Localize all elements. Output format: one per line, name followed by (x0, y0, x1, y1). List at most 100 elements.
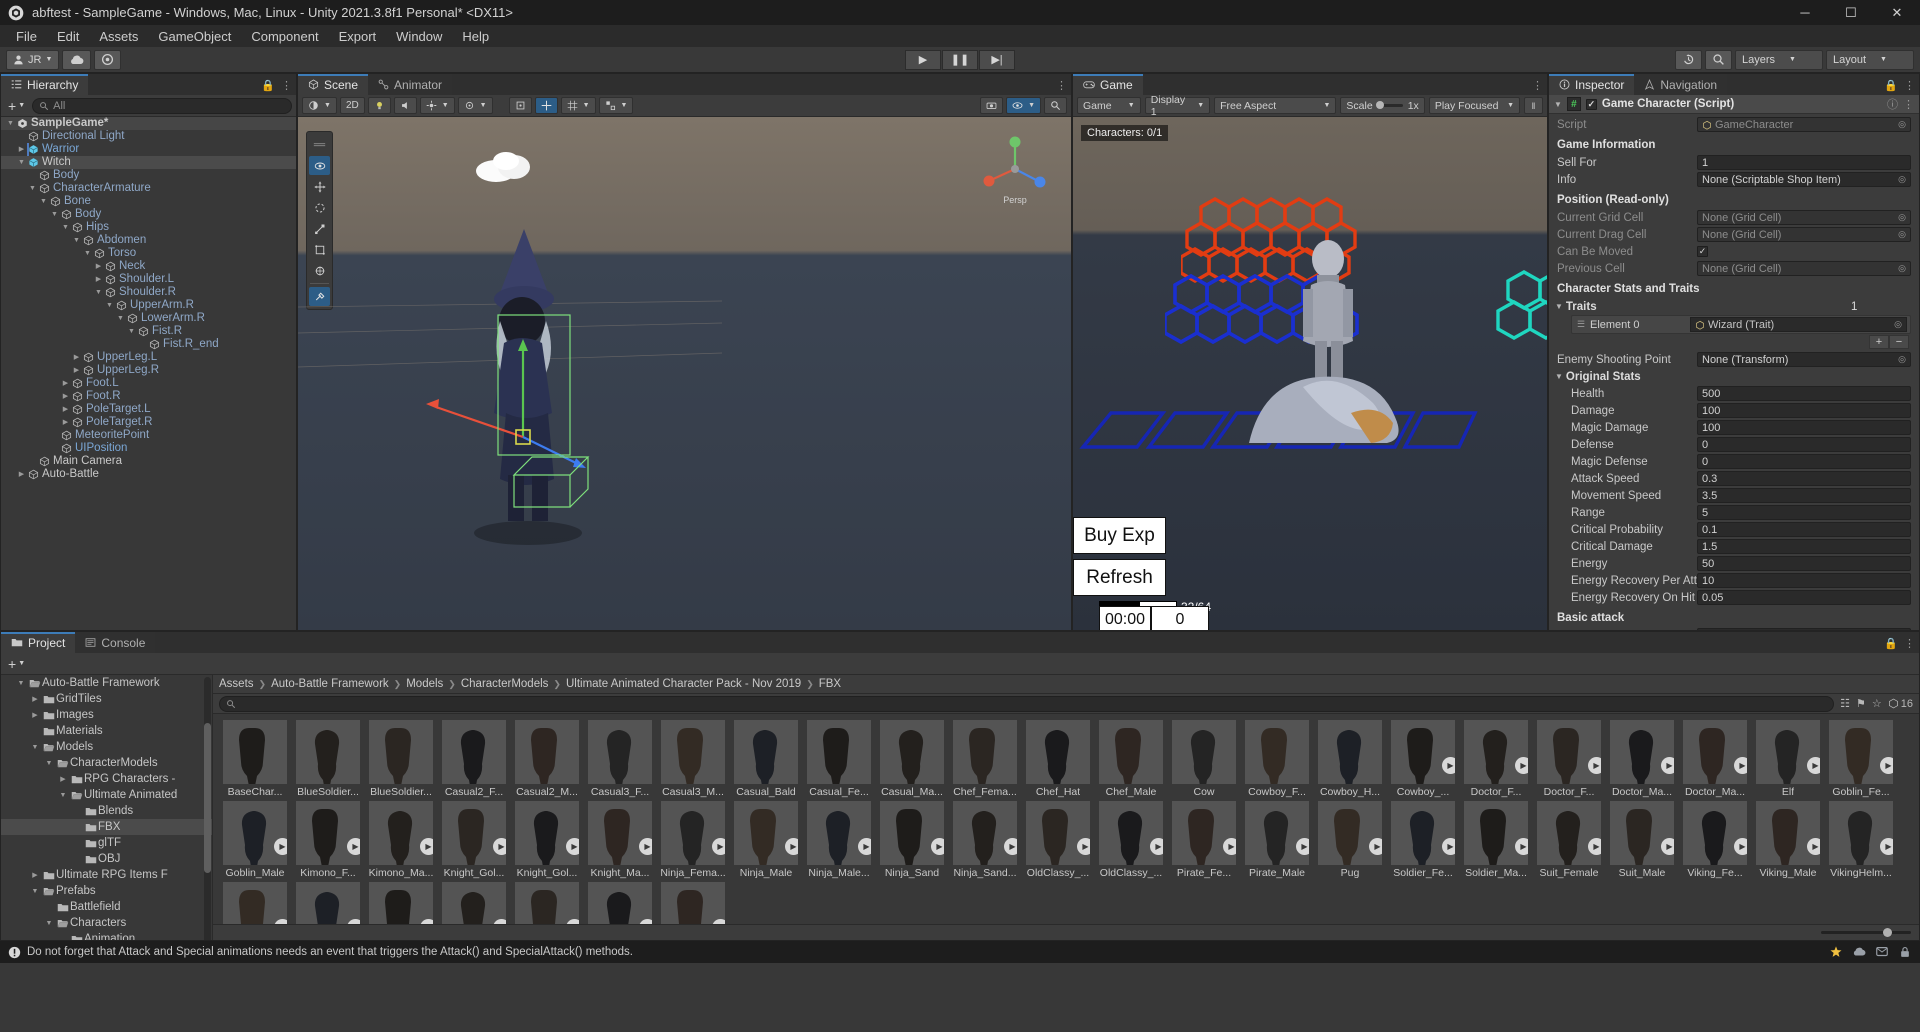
kebab-menu-icon[interactable]: ⋮ (281, 79, 292, 92)
asset-item[interactable]: BlueSoldier... (367, 720, 435, 798)
kebab-menu-icon[interactable]: ⋮ (1904, 79, 1915, 92)
input-damage[interactable]: 100 (1697, 403, 1911, 418)
asset-item[interactable]: ▶ (367, 882, 435, 924)
scene-lighting-toggle[interactable] (367, 97, 391, 114)
object-picker-icon[interactable]: ◎ (1898, 212, 1906, 223)
project-folder-tree[interactable]: ▼ Auto-Battle Framework ▶ GridTiles ▶ Im… (1, 675, 213, 940)
expand-arrow-icon[interactable]: ▶ (71, 364, 82, 377)
asset-thumbnail[interactable]: ▶ (880, 801, 944, 865)
expand-arrow-icon[interactable]: ▼ (5, 117, 16, 130)
thumbnail-size-slider[interactable] (1821, 928, 1911, 937)
expand-arrow-icon[interactable]: ▶ (60, 416, 71, 429)
object-picker-icon[interactable]: ◎ (1898, 354, 1906, 365)
menu-help[interactable]: Help (452, 27, 499, 46)
input-energy-recovery-per-attac[interactable]: 10 (1697, 573, 1911, 588)
input-attack-speed[interactable]: 0.3 (1697, 471, 1911, 486)
asset-preview-play-icon[interactable]: ▶ (1734, 838, 1747, 855)
asset-thumbnail[interactable] (515, 720, 579, 784)
asset-thumbnail[interactable] (588, 720, 652, 784)
asset-item[interactable]: ▶ Viking_Male (1754, 801, 1822, 879)
asset-item[interactable]: Casual3_M... (659, 720, 727, 798)
asset-preview-play-icon[interactable]: ▶ (1588, 757, 1601, 774)
thumbnail-size-knob[interactable] (1883, 928, 1892, 937)
asset-thumbnail[interactable] (1245, 720, 1309, 784)
asset-item[interactable]: ▶ Knight_Ma... (586, 801, 654, 879)
project-search-input[interactable] (219, 695, 1835, 712)
breadcrumb[interactable]: Assets ❯ Auto-Battle Framework ❯ Models ❯ Char… (213, 675, 1919, 694)
asset-thumbnail[interactable]: ▶ (1099, 801, 1163, 865)
asset-preview-play-icon[interactable]: ▶ (931, 838, 944, 855)
tab-scene[interactable]: Scene (298, 74, 369, 95)
undo-history-button[interactable] (1675, 49, 1702, 70)
asset-item[interactable]: Casual_Bald (732, 720, 800, 798)
breadcrumb-item-assets[interactable]: Assets (219, 678, 254, 690)
filter-by-label-icon[interactable]: ⚑ (1856, 697, 1866, 710)
lock-icon[interactable]: 🔒 (1884, 637, 1898, 650)
object-field-attack-effect[interactable]: FireBallEffect (Arrow Effect)◎ (1697, 628, 1911, 630)
kebab-menu-icon[interactable]: ⋮ (1904, 637, 1915, 650)
game-playmode-dropdown[interactable]: Play Focused ▼ (1428, 97, 1521, 114)
asset-item[interactable]: Casual_Ma... (878, 720, 946, 798)
asset-preview-play-icon[interactable]: ▶ (1442, 757, 1455, 774)
asset-preview-play-icon[interactable]: ▶ (712, 838, 725, 855)
drag-handle-icon[interactable]: ☰ (1572, 319, 1590, 330)
collab-status-icon[interactable] (1829, 945, 1843, 959)
asset-item[interactable]: BaseChar... (221, 720, 289, 798)
menu-gameobject[interactable]: GameObject (148, 27, 241, 46)
hierarchy-add-button[interactable]: + ▼ (5, 98, 28, 114)
scale-tool-icon[interactable] (309, 219, 330, 238)
collab-button[interactable] (94, 49, 122, 70)
asset-thumbnail[interactable]: ▶ (369, 882, 433, 924)
menu-component[interactable]: Component (241, 27, 328, 46)
asset-preview-play-icon[interactable]: ▶ (858, 838, 871, 855)
asset-preview-play-icon[interactable]: ▶ (1515, 757, 1528, 774)
asset-thumbnail[interactable] (953, 720, 1017, 784)
array-add-button[interactable]: + (1869, 335, 1889, 349)
asset-item[interactable]: ▶ Goblin_Male (221, 801, 289, 879)
project-tree-item-animation[interactable]: Animation (1, 931, 212, 940)
hierarchy-item-fist-r[interactable]: ▼ Fist.R (1, 325, 296, 338)
hierarchy-item-samplegame[interactable]: ▼ SampleGame* (1, 117, 296, 130)
asset-item[interactable]: ▶ Ninja_Male (732, 801, 800, 879)
asset-item[interactable]: ▶ Goblin_Fe... (1827, 720, 1895, 798)
scene-shading-dropdown[interactable]: ▼ (302, 97, 337, 114)
asset-thumbnail[interactable]: ▶ (1683, 720, 1747, 784)
project-tree-scrollbar[interactable] (204, 677, 211, 940)
rect-tool-icon[interactable] (309, 240, 330, 259)
asset-item[interactable]: ▶ Doctor_F... (1462, 720, 1530, 798)
hierarchy-item-warrior[interactable]: ▶ Warrior (1, 143, 296, 156)
asset-item[interactable]: ▶ Cowboy_... (1389, 720, 1457, 798)
expand-arrow-icon[interactable]: ▼ (27, 182, 38, 195)
asset-preview-play-icon[interactable]: ▶ (1442, 838, 1455, 855)
input-magic-defense[interactable]: 0 (1697, 454, 1911, 469)
scene-handle-toggle[interactable] (534, 97, 558, 114)
asset-thumbnail[interactable]: ▶ (588, 801, 652, 865)
expand-arrow-icon[interactable]: ▶ (60, 403, 71, 416)
cloud-button[interactable] (62, 49, 92, 70)
asset-thumbnail[interactable]: ▶ (442, 882, 506, 924)
hierarchy-item-fist-r-end[interactable]: Fist.R_end (1, 338, 296, 351)
hierarchy-item-shoulder-r[interactable]: ▼ Shoulder.R (1, 286, 296, 299)
asset-item[interactable]: Casual2_M... (513, 720, 581, 798)
hierarchy-item-bone[interactable]: ▼ Bone (1, 195, 296, 208)
asset-item[interactable]: ▶ Elf (1754, 720, 1822, 798)
expand-arrow-icon[interactable]: ▼ (49, 208, 60, 221)
asset-thumbnail[interactable]: ▶ (1391, 720, 1455, 784)
hierarchy-tree[interactable]: ▼ SampleGame* Directional Light ▶ Warrio… (1, 117, 296, 630)
foldout-arrow-icon[interactable]: ▼ (1555, 372, 1563, 381)
asset-thumbnail[interactable] (369, 720, 433, 784)
object-field-info[interactable]: None (Scriptable Shop Item) ◎ (1697, 172, 1911, 187)
asset-thumbnail[interactable]: ▶ (588, 882, 652, 924)
component-enabled-checkbox[interactable]: ✓ (1585, 98, 1597, 110)
menu-export[interactable]: Export (329, 27, 387, 46)
hierarchy-item-poletarget-r[interactable]: ▶ PoleTarget.R (1, 416, 296, 429)
project-tree-item-gltf[interactable]: glTF (1, 835, 212, 851)
asset-preview-play-icon[interactable]: ▶ (274, 838, 287, 855)
tab-project[interactable]: Project (1, 632, 76, 653)
asset-preview-play-icon[interactable]: ▶ (1588, 838, 1601, 855)
hierarchy-item-directional-light[interactable]: Directional Light (1, 130, 296, 143)
hierarchy-item-body[interactable]: ▼ Body (1, 208, 296, 221)
view-tool-icon[interactable] (309, 156, 330, 175)
asset-thumbnail[interactable]: ▶ (1683, 801, 1747, 865)
asset-thumbnail[interactable]: ▶ (1756, 720, 1820, 784)
